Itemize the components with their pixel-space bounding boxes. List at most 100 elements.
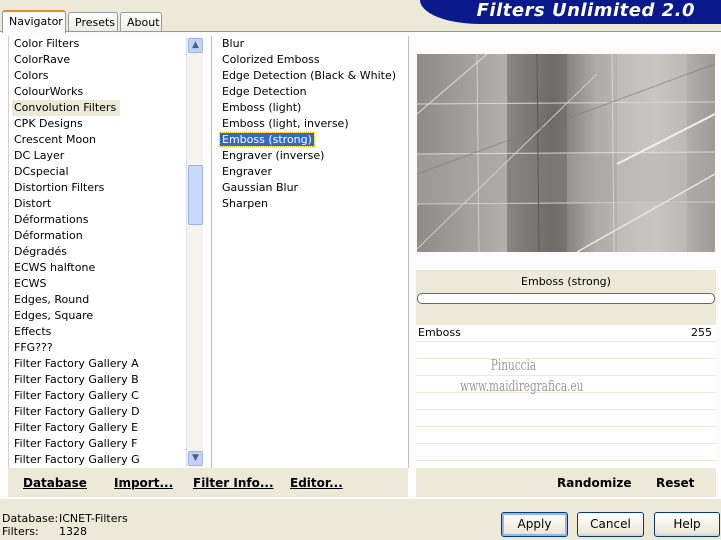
category-label: Edges, Square: [14, 309, 94, 322]
category-label: Dégradés: [14, 245, 67, 258]
filter-item[interactable]: Engraver (inverse): [212, 148, 408, 164]
category-label: Déformations: [14, 213, 89, 226]
category-item[interactable]: DC Layer: [9, 148, 205, 164]
parameter-row: [416, 410, 716, 427]
category-label: DCspecial: [14, 165, 69, 178]
filter-item[interactable]: Engraver: [212, 164, 408, 180]
category-item[interactable]: Convolution Filters: [9, 100, 205, 116]
category-label: ECWS halftone: [14, 261, 96, 274]
category-item[interactable]: Filter Factory Gallery G: [9, 452, 205, 468]
category-item[interactable]: Distortion Filters: [9, 180, 205, 196]
filter-label: Edge Detection (Black & White): [222, 69, 397, 82]
category-scrollbar[interactable]: ▲ ▼: [186, 37, 203, 467]
category-label: Distortion Filters: [14, 181, 105, 194]
filter-label: Sharpen: [222, 197, 268, 210]
tab-presets[interactable]: Presets: [68, 12, 118, 32]
watermark-url: www.maidiregrafica.eu: [460, 377, 584, 395]
database-value: ICNET-Filters: [59, 512, 128, 525]
filter-info-button[interactable]: Filter Info...: [193, 476, 274, 490]
category-item[interactable]: FFG???: [9, 340, 205, 356]
category-item[interactable]: Dégradés: [9, 244, 205, 260]
title-banner: Filters Unlimited 2.0: [420, 0, 721, 24]
category-item[interactable]: ColorRave: [9, 52, 205, 68]
category-item[interactable]: ECWS: [9, 276, 205, 292]
category-label: Distort: [14, 197, 52, 210]
cancel-button[interactable]: Cancel: [577, 512, 644, 537]
category-label: Edges, Round: [14, 293, 90, 306]
filter-label: Blur: [222, 37, 245, 50]
preview-image: [417, 54, 715, 252]
parameter-row: [416, 427, 716, 444]
category-item[interactable]: Filter Factory Gallery A: [9, 356, 205, 372]
category-item[interactable]: Filter Factory Gallery F: [9, 436, 205, 452]
filter-label: Emboss (light): [222, 101, 302, 114]
watermark-name: Pinuccia: [490, 356, 537, 374]
scroll-up-icon[interactable]: ▲: [188, 38, 203, 53]
parameter-value[interactable]: 255: [691, 325, 712, 341]
scroll-down-icon[interactable]: ▼: [188, 451, 203, 466]
category-item[interactable]: Filter Factory Gallery E: [9, 420, 205, 436]
category-item[interactable]: Edges, Square: [9, 308, 205, 324]
filter-item[interactable]: Edge Detection (Black & White): [212, 68, 408, 84]
category-item[interactable]: Déformations: [9, 212, 205, 228]
filter-label: Gaussian Blur: [222, 181, 299, 194]
reset-button[interactable]: Reset: [656, 476, 694, 490]
filters-label: Filters:: [2, 525, 39, 538]
filter-preview: [417, 54, 715, 252]
parameter-row: [416, 444, 716, 461]
category-label: Convolution Filters: [12, 100, 121, 116]
filter-item[interactable]: Emboss (light): [212, 100, 408, 116]
category-label: Filter Factory Gallery B: [14, 373, 139, 386]
parameter-name: Emboss: [418, 326, 461, 339]
apply-button[interactable]: Apply: [501, 512, 568, 537]
category-item[interactable]: Crescent Moon: [9, 132, 205, 148]
category-label: Déformation: [14, 229, 83, 242]
filter-item[interactable]: Blur: [212, 36, 408, 52]
category-label: ECWS: [14, 277, 47, 290]
category-item[interactable]: Color Filters: [9, 36, 205, 52]
tab-navigator[interactable]: Navigator: [2, 10, 66, 33]
category-item[interactable]: Filter Factory Gallery D: [9, 404, 205, 420]
filter-label: Colorized Emboss: [222, 53, 320, 66]
category-item[interactable]: DCspecial: [9, 164, 205, 180]
filter-item[interactable]: Emboss (strong): [212, 132, 408, 148]
filter-list[interactable]: Blur Colorized Emboss Edge Detection (Blac…: [211, 36, 409, 468]
category-item[interactable]: ColourWorks: [9, 84, 205, 100]
filter-item[interactable]: Sharpen: [212, 196, 408, 212]
category-item[interactable]: Colors: [9, 68, 205, 84]
category-label: CPK Designs: [14, 117, 83, 130]
category-item[interactable]: Déformation: [9, 228, 205, 244]
app-title: Filters Unlimited 2.0: [476, 0, 695, 21]
watermark: Pinuccia www.maidiregrafica.eu: [460, 355, 583, 397]
category-item[interactable]: Filter Factory Gallery C: [9, 388, 205, 404]
filter-item[interactable]: Colorized Emboss: [212, 52, 408, 68]
category-item[interactable]: Effects: [9, 324, 205, 340]
filter-item[interactable]: Emboss (light, inverse): [212, 116, 408, 132]
category-item[interactable]: Filter Factory Gallery B: [9, 372, 205, 388]
randomize-button[interactable]: Randomize: [557, 476, 631, 490]
parameter-row[interactable]: Emboss 255: [416, 325, 716, 342]
category-label: ColorRave: [14, 53, 71, 66]
help-button[interactable]: Help: [654, 512, 720, 537]
category-label: Filter Factory Gallery C: [14, 389, 139, 402]
preview-actions-bar: Randomize Reset: [416, 468, 716, 497]
tab-about[interactable]: About: [120, 12, 162, 32]
filter-item[interactable]: Gaussian Blur: [212, 180, 408, 196]
database-button[interactable]: Database: [23, 476, 87, 490]
scroll-thumb[interactable]: [188, 165, 203, 225]
filters-count: 1328: [59, 525, 87, 538]
filter-item[interactable]: Edge Detection: [212, 84, 408, 100]
editor-button[interactable]: Editor...: [290, 476, 343, 490]
category-item[interactable]: Edges, Round: [9, 292, 205, 308]
filter-label: Engraver: [222, 165, 272, 178]
category-item[interactable]: CPK Designs: [9, 116, 205, 132]
category-list[interactable]: Color Filters ColorRave Colors ColourWorks C…: [8, 36, 205, 468]
category-label: DC Layer: [14, 149, 65, 162]
category-label: Filter Factory Gallery G: [14, 453, 140, 466]
filter-label: Engraver (inverse): [222, 149, 325, 162]
category-item[interactable]: Distort: [9, 196, 205, 212]
category-label: Filter Factory Gallery F: [14, 437, 138, 450]
import-button[interactable]: Import...: [114, 476, 173, 490]
progress-bar: [417, 293, 715, 304]
category-item[interactable]: ECWS halftone: [9, 260, 205, 276]
